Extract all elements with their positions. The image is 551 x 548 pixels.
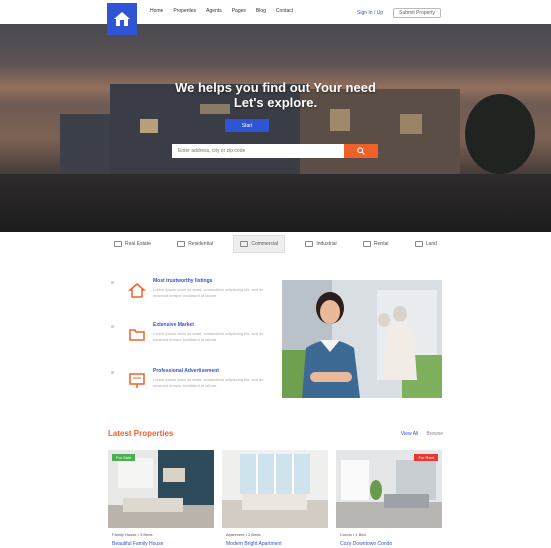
tab-residential[interactable]: Residential xyxy=(171,236,219,252)
tab-label: Rental xyxy=(374,241,389,247)
tab-commercial[interactable]: Commercial xyxy=(233,235,285,253)
tab-industrial[interactable]: Industrial xyxy=(299,236,342,252)
browse-link[interactable]: Browse xyxy=(426,431,443,437)
map-icon xyxy=(414,241,423,247)
hero-banner: We helps you find out Your need Let's ex… xyxy=(0,24,551,232)
tab-label: Real Estate xyxy=(125,241,151,247)
window xyxy=(330,109,350,131)
nav-pages[interactable]: Pages xyxy=(232,8,246,14)
tab-label: Industrial xyxy=(316,241,337,247)
feature-title: Professional Advertisement xyxy=(153,368,219,374)
view-all-link[interactable]: View All xyxy=(401,431,418,437)
status-badge: For Rent xyxy=(414,454,438,461)
nav-home[interactable]: Home xyxy=(150,8,163,14)
agent-photo xyxy=(282,280,442,398)
house-icon xyxy=(128,283,146,298)
top-bar: Home Properties Agents Pages Blog Contac… xyxy=(0,0,551,35)
bullet xyxy=(111,281,114,284)
tab-label: Commercial xyxy=(251,241,278,247)
nav-properties[interactable]: Properties xyxy=(173,8,196,14)
card-title[interactable]: Beautiful Family House xyxy=(112,541,218,547)
agent-illustration xyxy=(282,280,442,398)
feature-item: Most trustworthy listings Lorem ipsum do… xyxy=(108,278,278,310)
tab-label: Land xyxy=(425,241,437,247)
building-icon xyxy=(114,241,122,247)
hero-cta-button[interactable]: Start xyxy=(225,119,269,132)
factory-icon xyxy=(305,241,314,247)
feature-desc: Lorem ipsum dolor sit amet, consectetur … xyxy=(153,331,264,342)
category-tabs: Real Estate Residential Commercial Indus… xyxy=(108,234,443,254)
window xyxy=(400,114,422,134)
feature-desc: Lorem ipsum dolor sit amet, consectetur … xyxy=(153,287,264,298)
feature-item: Extensive Market Lorem ipsum dolor sit a… xyxy=(108,322,278,354)
tab-label: Residential xyxy=(188,241,213,247)
tab-land[interactable]: Land xyxy=(409,236,443,252)
window xyxy=(140,119,158,133)
tab-rental[interactable]: Rental xyxy=(357,236,394,252)
property-image xyxy=(108,450,214,528)
feature-item: Professional Advertisement Lorem ipsum d… xyxy=(108,368,278,400)
card-title[interactable]: Modern Bright Apartment xyxy=(226,541,332,547)
nav-agents[interactable]: Agents xyxy=(206,8,222,14)
home-icon xyxy=(177,241,186,247)
card-caption: Family House • 3 Beds xyxy=(112,532,153,537)
card-caption: Apartment • 2 Beds xyxy=(226,532,261,537)
key-icon xyxy=(363,241,372,247)
search-icon xyxy=(357,147,365,155)
hero-title-line2: Let's explore. xyxy=(233,95,318,110)
bullet xyxy=(111,325,114,328)
folder-icon xyxy=(129,329,145,341)
latest-links: View All Browse xyxy=(401,431,443,437)
hero-title-line1: We helps you find out Your need xyxy=(175,80,376,95)
card-caption: Condo • 1 Bed xyxy=(340,532,366,537)
property-card[interactable]: For Sale xyxy=(108,450,214,528)
nav-blog[interactable]: Blog xyxy=(256,8,266,14)
header-actions: Sign In / Up Submit Property xyxy=(357,8,441,18)
bullet xyxy=(111,371,114,374)
main-nav: Home Properties Agents Pages Blog Contac… xyxy=(150,8,293,14)
store-icon xyxy=(240,241,249,247)
property-image xyxy=(222,450,328,528)
property-card[interactable]: For Rent xyxy=(336,450,442,528)
status-badge: For Sale xyxy=(112,454,136,461)
house-logo-icon xyxy=(114,12,130,26)
search-bar xyxy=(172,144,378,158)
property-card[interactable] xyxy=(222,450,328,528)
feature-title: Most trustworthy listings xyxy=(153,278,213,284)
search-button[interactable] xyxy=(344,144,378,158)
feature-desc: Lorem ipsum dolor sit amet, consectetur … xyxy=(153,377,264,388)
nav-contact[interactable]: Contact xyxy=(276,8,293,14)
property-image xyxy=(336,450,442,528)
login-link[interactable]: Sign In / Up xyxy=(357,10,383,16)
feature-title: Extensive Market xyxy=(153,322,194,328)
search-input[interactable] xyxy=(172,144,344,158)
latest-properties-title: Latest Properties xyxy=(108,429,174,438)
card-title[interactable]: Cozy Downtown Condo xyxy=(340,541,446,547)
submit-property-button[interactable]: Submit Property xyxy=(393,8,441,18)
logo[interactable] xyxy=(107,3,137,35)
billboard-icon xyxy=(129,373,145,388)
road xyxy=(0,174,551,232)
tab-real-estate[interactable]: Real Estate xyxy=(108,236,157,252)
